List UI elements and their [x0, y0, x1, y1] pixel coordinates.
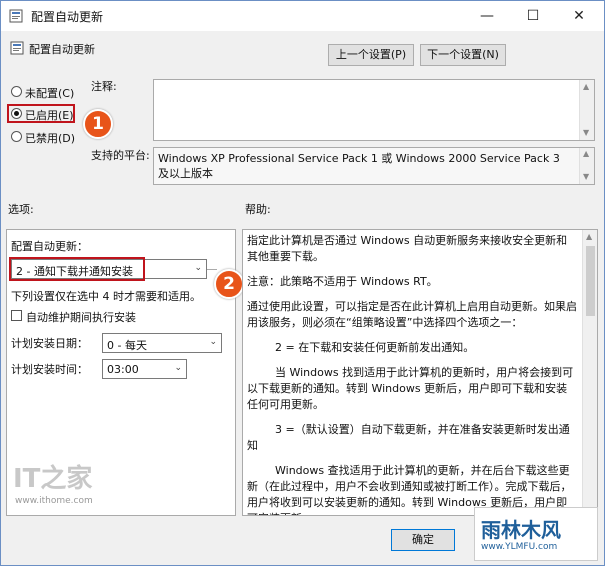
radio-not-configured-label: 未配置(C)	[25, 87, 75, 100]
help-panel: 指定此计算机是否通过 Windows 自动更新服务来接收安全更新和其他重要下载。…	[242, 229, 598, 516]
scroll-up-icon[interactable]: ▲	[583, 82, 589, 91]
help-scroll-thumb[interactable]	[586, 246, 595, 316]
configure-updates-label: 配置自动更新：	[11, 240, 88, 253]
install-day-value: 0 - 每天	[107, 339, 147, 352]
maintenance-checkbox-label: 自动维护期间执行安装	[26, 311, 136, 324]
radio-not-configured-dot[interactable]	[11, 86, 22, 97]
help-scroll-up-icon[interactable]: ▲	[586, 232, 592, 241]
platform-box: Windows XP Professional Service Pack 1 或…	[153, 147, 595, 185]
maintenance-checkbox-row[interactable]: 自动维护期间执行安装	[11, 309, 191, 324]
policy-name: 配置自动更新	[29, 43, 95, 56]
platform-scrollbar[interactable]: ▲ ▼	[579, 148, 594, 184]
next-setting-button[interactable]: 下一个设置(N)	[420, 44, 506, 66]
install-time-value: 03:00	[107, 363, 139, 376]
install-day-label: 计划安装日期：	[11, 337, 88, 350]
help-paragraph: 通过使用此设置，可以指定是否在此计算机上启用自动更新。如果启用该服务，则必须在“…	[247, 300, 577, 329]
help-text: 指定此计算机是否通过 Windows 自动更新服务来接收安全更新和其他重要下载。…	[247, 233, 577, 515]
policy-icon	[9, 9, 23, 23]
platform-label: 支持的平台:	[91, 149, 150, 162]
maximize-button[interactable]: ☐	[510, 1, 556, 31]
setting-icon	[10, 41, 24, 55]
help-paragraph: 2 = 在下载和安装任何更新前发出通知。	[275, 341, 475, 354]
radio-not-configured[interactable]: 未配置(C)	[11, 85, 86, 100]
close-button[interactable]: ✕	[556, 1, 602, 31]
conditional-note: 下列设置仅在选中 4 时才需要和适用。	[11, 290, 201, 303]
help-paragraph: 指定此计算机是否通过 Windows 自动更新服务来接收安全更新和其他重要下载。	[247, 234, 568, 263]
help-heading: 帮助:	[245, 203, 271, 216]
help-paragraph: 注意：此策略不适用于 Windows RT。	[247, 275, 438, 288]
comment-scrollbar[interactable]: ▲ ▼	[579, 80, 594, 140]
ylmf-logo: 雨林木风	[481, 518, 561, 542]
ithome-logo: IT之家	[13, 464, 93, 494]
install-time-label: 计划安装时间：	[11, 363, 88, 376]
ok-button[interactable]: 确定	[391, 529, 455, 551]
install-day-chevron-icon[interactable]: ⌄	[209, 337, 217, 347]
help-paragraph: 当 Windows 找到适用于此计算机的更新时，用户将会接到可以下载更新的通知。…	[247, 366, 574, 411]
help-scrollbar[interactable]: ▲	[582, 230, 597, 515]
options-heading: 选项:	[8, 203, 34, 216]
install-time-chevron-icon[interactable]: ⌄	[174, 363, 182, 373]
policy-dialog-window: 配置自动更新 — ☐ ✕ 配置自动更新 上一个设置(P) 下一个设置(N) 未配…	[0, 0, 605, 566]
comment-textarea[interactable]	[153, 79, 595, 141]
chevron-down-icon[interactable]: ⌄	[194, 263, 202, 273]
window-title: 配置自动更新	[31, 10, 104, 24]
platform-scroll-down-icon[interactable]: ▼	[583, 172, 589, 181]
previous-setting-button[interactable]: 上一个设置(P)	[328, 44, 414, 66]
scroll-down-icon[interactable]: ▼	[583, 128, 589, 137]
options-panel: 配置自动更新： 2 - 通知下载并通知安装 ⌄ 下列设置仅在选中 4 时才需要和…	[6, 229, 236, 516]
radio-enabled-label: 已启用(E)	[25, 109, 74, 122]
radio-disabled-dot[interactable]	[11, 131, 22, 142]
radio-enabled[interactable]: 已启用(E)	[11, 107, 86, 122]
ylmf-watermark: 雨林木风 www.YLMFU.com	[474, 507, 598, 561]
annotation-badge-2: 2	[214, 269, 244, 299]
platform-value: Windows XP Professional Service Pack 1 或…	[158, 152, 560, 180]
maintenance-checkbox[interactable]	[11, 310, 22, 321]
platform-scroll-up-icon[interactable]: ▲	[583, 149, 589, 158]
title-bar[interactable]: 配置自动更新 — ☐ ✕	[1, 1, 604, 31]
comment-label: 注释:	[91, 80, 117, 93]
ylmf-url: www.YLMFU.com	[481, 542, 558, 552]
configure-highlight-box	[9, 257, 145, 281]
radio-disabled-label: 已禁用(D)	[25, 132, 76, 145]
minimize-button[interactable]: —	[464, 1, 510, 31]
radio-disabled[interactable]: 已禁用(D)	[11, 130, 86, 145]
install-time-select[interactable]: 03:00 ⌄	[102, 359, 187, 379]
install-day-select[interactable]: 0 - 每天 ⌄	[102, 333, 222, 353]
ithome-url: www.ithome.com	[15, 496, 93, 506]
help-paragraph: 3 =（默认设置）自动下载更新，并在准备安装更新时发出通知	[247, 423, 570, 452]
radio-enabled-dot[interactable]	[11, 108, 22, 119]
badge-2-pointer	[207, 269, 217, 270]
annotation-badge-1: 1	[83, 109, 113, 139]
